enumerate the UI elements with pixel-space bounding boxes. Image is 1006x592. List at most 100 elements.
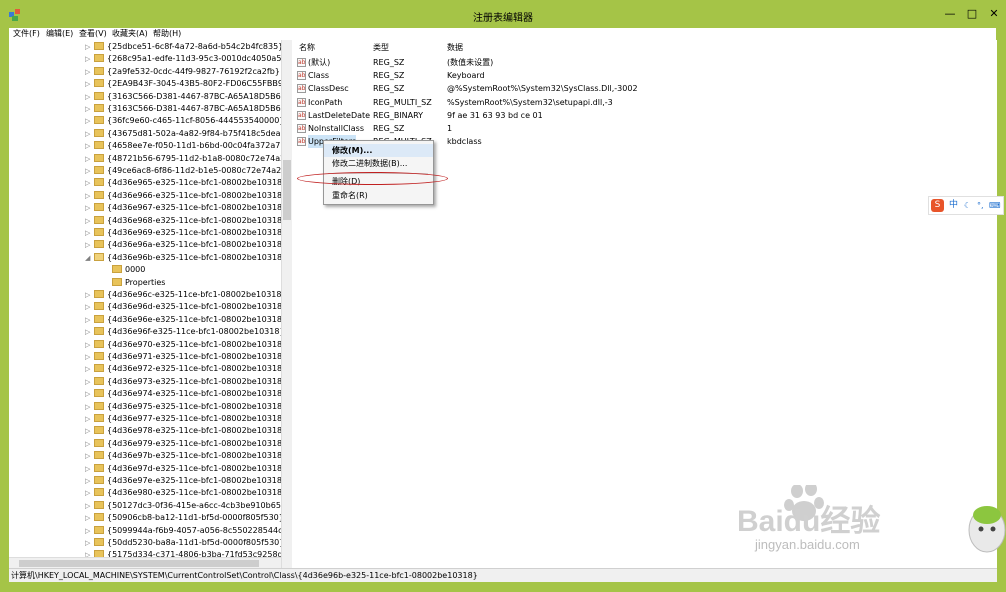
collapsed-arrow-icon[interactable]: ▷ <box>85 549 94 557</box>
menu-view[interactable]: 查看(V) <box>79 28 107 40</box>
value-row[interactable]: ab IconPath REG_MULTI_SZ %SystemRoot%\Syste… <box>292 96 997 109</box>
collapsed-arrow-icon[interactable]: ▷ <box>85 115 94 127</box>
column-header-type[interactable]: 类型 <box>373 42 389 54</box>
tree-key[interactable]: ▷ {4d36e973-e325-11ce-bfc1-08002be10318} <box>85 376 281 388</box>
tree-key[interactable]: ▷ {4d36e971-e325-11ce-bfc1-08002be10318} <box>85 351 281 363</box>
context-modify-binary[interactable]: 修改二进制数据(B)... <box>324 157 433 170</box>
collapsed-arrow-icon[interactable]: ▷ <box>85 401 94 413</box>
tree-key[interactable]: ▷ {4d36e979-e325-11ce-bfc1-08002be10318} <box>85 438 281 450</box>
menu-favorites[interactable]: 收藏夹(A) <box>112 28 148 40</box>
tree-key[interactable]: ▷ {49ce6ac8-6f86-11d2-b1e5-0080c72e74a2} <box>85 165 281 177</box>
collapsed-arrow-icon[interactable]: ▷ <box>85 190 94 202</box>
tree-key[interactable]: ▷ {2EA9B43F-3045-43B5-80F2-FD06C55FBB90} <box>85 78 281 90</box>
collapsed-arrow-icon[interactable]: ▷ <box>85 326 94 338</box>
context-rename[interactable]: 重命名(R) <box>324 189 433 202</box>
tree-key[interactable]: ▷ {4d36e97e-e325-11ce-bfc1-08002be10318} <box>85 475 281 487</box>
tree-key[interactable]: ▷ {4d36e96a-e325-11ce-bfc1-08002be10318} <box>85 239 281 251</box>
tree-key[interactable]: ▷ {268c95a1-edfe-11d3-95c3-0010dc4050a5} <box>85 53 281 65</box>
tree-key[interactable]: ▷ {3163C566-D381-4467-87BC-A65A18D5B649} <box>85 103 281 115</box>
expanded-arrow-icon[interactable]: ◢ <box>85 252 94 264</box>
collapsed-arrow-icon[interactable]: ▷ <box>85 425 94 437</box>
collapsed-arrow-icon[interactable]: ▷ <box>85 227 94 239</box>
tree-key[interactable]: ▷ {5175d334-c371-4806-b3ba-71fd53c9258d} <box>85 549 281 557</box>
collapsed-arrow-icon[interactable]: ▷ <box>85 78 94 90</box>
value-row[interactable]: ab Class REG_SZ Keyboard <box>292 69 997 82</box>
tree-key[interactable]: ▷ {50906cb8-ba12-11d1-bf5d-0000f805f530} <box>85 512 281 524</box>
tree-key[interactable]: ▷ {43675d81-502a-4a82-9f84-b75f418c5dea} <box>85 128 281 140</box>
tree-key[interactable]: ▷ {4d36e974-e325-11ce-bfc1-08002be10318} <box>85 388 281 400</box>
tree-subkey[interactable]: 0000 <box>103 264 145 276</box>
collapsed-arrow-icon[interactable]: ▷ <box>85 475 94 487</box>
scrollbar-thumb[interactable] <box>19 560 259 567</box>
moon-icon[interactable]: ☾ <box>964 200 971 211</box>
collapsed-arrow-icon[interactable]: ▷ <box>85 363 94 375</box>
menu-edit[interactable]: 编辑(E) <box>46 28 73 40</box>
tree-key[interactable]: ▷ {4d36e978-e325-11ce-bfc1-08002be10318} <box>85 425 281 437</box>
tree-key[interactable]: ▷ {4d36e96f-e325-11ce-bfc1-08002be10318} <box>85 326 281 338</box>
tree-key[interactable]: ▷ {4d36e96e-e325-11ce-bfc1-08002be10318} <box>85 314 281 326</box>
collapsed-arrow-icon[interactable]: ▷ <box>85 202 94 214</box>
collapsed-arrow-icon[interactable]: ▷ <box>85 128 94 140</box>
close-button[interactable]: ✕ <box>981 6 1006 22</box>
collapsed-arrow-icon[interactable]: ▷ <box>85 512 94 524</box>
keyboard-icon[interactable]: ⌨ <box>989 200 1001 211</box>
collapsed-arrow-icon[interactable]: ▷ <box>85 376 94 388</box>
tree-key[interactable]: ▷ {4d36e96d-e325-11ce-bfc1-08002be10318} <box>85 301 281 313</box>
collapsed-arrow-icon[interactable]: ▷ <box>85 66 94 78</box>
collapsed-arrow-icon[interactable]: ▷ <box>85 413 94 425</box>
ime-mode[interactable]: 中 <box>949 199 958 212</box>
tree-key[interactable]: ◢ {4d36e96b-e325-11ce-bfc1-08002be10318} <box>85 252 281 264</box>
tree-key[interactable]: ▷ {4d36e977-e325-11ce-bfc1-08002be10318} <box>85 413 281 425</box>
tree-key[interactable]: ▷ {4d36e969-e325-11ce-bfc1-08002be10318} <box>85 227 281 239</box>
collapsed-arrow-icon[interactable]: ▷ <box>85 463 94 475</box>
tree-key[interactable]: ▷ {4d36e972-e325-11ce-bfc1-08002be10318} <box>85 363 281 375</box>
tree-key[interactable]: ▷ {48721b56-6795-11d2-b1a8-0080c72e74a2} <box>85 153 281 165</box>
collapsed-arrow-icon[interactable]: ▷ <box>85 165 94 177</box>
tree-key[interactable]: ▷ {4d36e968-e325-11ce-bfc1-08002be10318} <box>85 215 281 227</box>
tree-key[interactable]: ▷ {4d36e980-e325-11ce-bfc1-08002be10318} <box>85 487 281 499</box>
collapsed-arrow-icon[interactable]: ▷ <box>85 487 94 499</box>
dot-icon[interactable]: °, <box>977 200 984 211</box>
collapsed-arrow-icon[interactable]: ▷ <box>85 351 94 363</box>
tree-key[interactable]: ▷ {4d36e966-e325-11ce-bfc1-08002be10318} <box>85 190 281 202</box>
tree-key[interactable]: ▷ {4d36e967-e325-11ce-bfc1-08002be10318} <box>85 202 281 214</box>
tree-key[interactable]: ▷ {4d36e97b-e325-11ce-bfc1-08002be10318} <box>85 450 281 462</box>
tree-key[interactable]: ▷ {2a9fe532-0cdc-44f9-9827-76192f2ca2fb} <box>85 66 280 78</box>
column-header-name[interactable]: 名称 <box>299 42 315 54</box>
tree-key[interactable]: ▷ {4658ee7e-f050-11d1-b6bd-00c04fa372a7} <box>85 140 281 152</box>
tree-key[interactable]: ▷ {5099944a-f6b9-4057-a056-8c550228544c} <box>85 525 281 537</box>
scrollbar-thumb[interactable] <box>283 160 291 220</box>
sogou-logo[interactable]: S <box>931 199 944 212</box>
tree-key[interactable]: ▷ {3163C566-D381-4467-87BC-A65A18D5B648} <box>85 91 281 103</box>
collapsed-arrow-icon[interactable]: ▷ <box>85 91 94 103</box>
tree-key[interactable]: ▷ {36fc9e60-c465-11cf-8056-444553540000} <box>85 115 281 127</box>
collapsed-arrow-icon[interactable]: ▷ <box>85 53 94 65</box>
collapsed-arrow-icon[interactable]: ▷ <box>85 239 94 251</box>
collapsed-arrow-icon[interactable]: ▷ <box>85 289 94 301</box>
collapsed-arrow-icon[interactable]: ▷ <box>85 388 94 400</box>
tree-key[interactable]: ▷ {50127dc3-0f36-415e-a6cc-4cb3be910b65} <box>85 500 281 512</box>
context-modify[interactable]: 修改(M)... <box>324 144 433 157</box>
tree-key[interactable]: ▷ {50dd5230-ba8a-11d1-bf5d-0000f805f530} <box>85 537 281 549</box>
collapsed-arrow-icon[interactable]: ▷ <box>85 525 94 537</box>
collapsed-arrow-icon[interactable]: ▷ <box>85 103 94 115</box>
collapsed-arrow-icon[interactable]: ▷ <box>85 41 94 53</box>
tree-key[interactable]: ▷ {25dbce51-6c8f-4a72-8a6d-b54c2b4fc835} <box>85 41 281 53</box>
value-row[interactable]: ab LastDeleteDate REG_BINARY 9f ae 31 63 93… <box>292 109 997 122</box>
value-row[interactable]: ab (默认) REG_SZ (数值未设置) <box>292 56 997 69</box>
menu-file[interactable]: 文件(F) <box>13 28 40 40</box>
value-row[interactable]: ab NoInstallClass REG_SZ 1 <box>292 122 997 135</box>
collapsed-arrow-icon[interactable]: ▷ <box>85 140 94 152</box>
collapsed-arrow-icon[interactable]: ▷ <box>85 438 94 450</box>
collapsed-arrow-icon[interactable]: ▷ <box>85 215 94 227</box>
collapsed-arrow-icon[interactable]: ▷ <box>85 301 94 313</box>
tree-key[interactable]: ▷ {4d36e96c-e325-11ce-bfc1-08002be10318} <box>85 289 281 301</box>
collapsed-arrow-icon[interactable]: ▷ <box>85 537 94 549</box>
collapsed-arrow-icon[interactable]: ▷ <box>85 153 94 165</box>
collapsed-arrow-icon[interactable]: ▷ <box>85 177 94 189</box>
tree-key[interactable]: ▷ {4d36e965-e325-11ce-bfc1-08002be10318} <box>85 177 281 189</box>
tree-vertical-scrollbar[interactable] <box>281 40 292 568</box>
menu-help[interactable]: 帮助(H) <box>153 28 181 40</box>
collapsed-arrow-icon[interactable]: ▷ <box>85 500 94 512</box>
tree-key[interactable]: ▷ {4d36e970-e325-11ce-bfc1-08002be10318} <box>85 339 281 351</box>
